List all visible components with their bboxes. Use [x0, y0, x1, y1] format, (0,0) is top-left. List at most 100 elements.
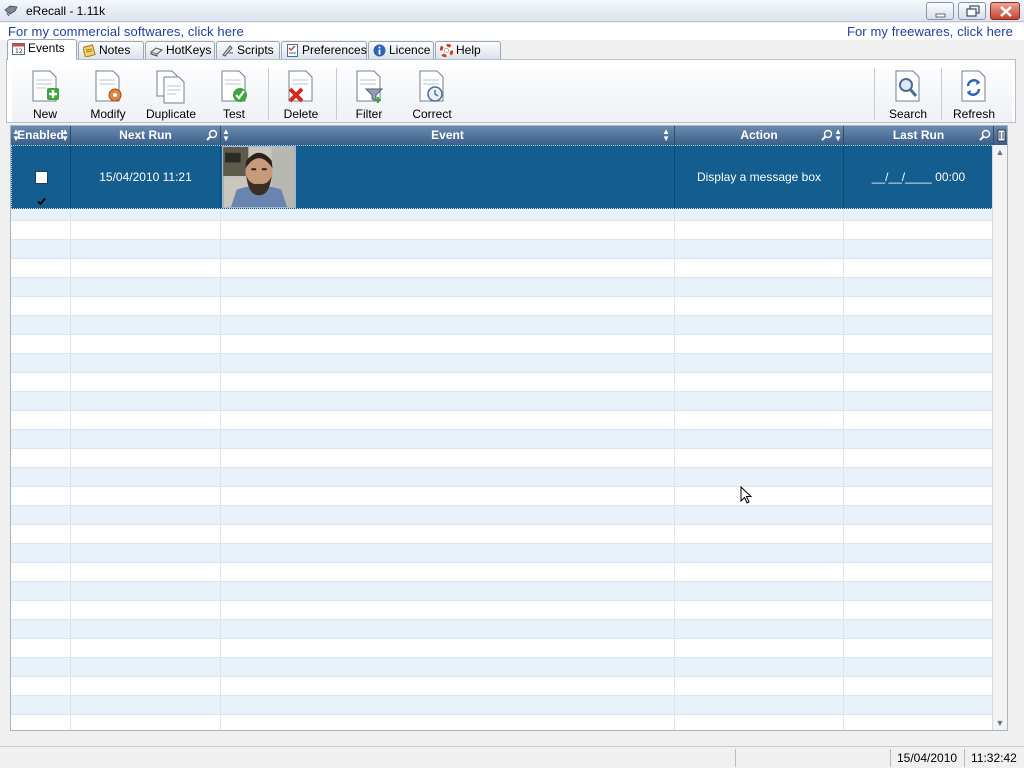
empty-cell [71, 259, 221, 277]
empty-cell [675, 392, 844, 410]
empty-cell [844, 620, 994, 638]
table-row-selected[interactable]: 15/04/2010 11:21 Display a message box _… [11, 145, 994, 209]
empty-cell [675, 354, 844, 372]
tab-events[interactable]: 12 Events [7, 39, 77, 60]
delete-label: Delete [283, 107, 319, 121]
empty-cell [221, 620, 675, 638]
close-button[interactable] [990, 2, 1020, 20]
tab-scripts[interactable]: Scripts [216, 41, 280, 59]
grid-header: ▲ ▼ Enabled ▲ ▼ Next Run ▲ ▼ Event ▲ ▼ Actio… [11, 126, 1007, 145]
empty-cell [11, 658, 71, 676]
vertical-scrollbar[interactable]: ▲ ▼ [992, 145, 1007, 730]
empty-cell [11, 430, 71, 448]
test-label: Test [222, 107, 245, 121]
status-bar: 15/04/2010 11:32:42 [0, 746, 1024, 768]
empty-cell [844, 240, 994, 258]
empty-cell [221, 582, 675, 600]
enabled-checkbox[interactable] [35, 171, 48, 206]
tab-hotkeys[interactable]: HotKeys [145, 41, 215, 59]
column-header-action[interactable]: Action ▲ ▼ [675, 126, 844, 145]
empty-cell [221, 240, 675, 258]
empty-cell [675, 373, 844, 391]
filter-search-icon[interactable] [979, 129, 991, 141]
tab-notes[interactable]: Notes [78, 41, 144, 59]
script-icon [222, 45, 233, 57]
correct-button[interactable]: Correct [411, 70, 453, 121]
empty-cell [675, 506, 844, 524]
empty-cell [221, 506, 675, 524]
search-button[interactable]: Search [888, 70, 928, 121]
correct-label: Correct [412, 107, 452, 121]
empty-table-row [11, 468, 994, 487]
empty-cell [11, 278, 71, 296]
window-title: eRecall - 1.11k [26, 4, 106, 18]
empty-table-row [11, 620, 994, 639]
restore-button[interactable] [958, 2, 986, 20]
empty-cell [675, 316, 844, 334]
empty-cell [11, 373, 71, 391]
mouse-cursor-icon [740, 486, 752, 504]
column-header-enabled[interactable]: ▲ ▼ Enabled ▲ ▼ [11, 126, 71, 145]
close-icon [1000, 6, 1012, 17]
column-header-event[interactable]: ▲ ▼ Event ▲ ▼ [221, 126, 675, 145]
empty-cell [71, 525, 221, 543]
filter-button[interactable]: Filter [350, 70, 388, 121]
refresh-button[interactable]: Refresh [953, 70, 996, 121]
scroll-down-icon[interactable]: ▼ [995, 718, 1005, 728]
freewares-link[interactable]: For my freewares, click here [847, 24, 1013, 39]
modify-document-icon [95, 70, 122, 102]
sort-arrows-icon: ▲ ▼ [662, 127, 670, 143]
empty-cell [221, 601, 675, 619]
empty-cell [11, 335, 71, 353]
filter-label: Filter [355, 107, 383, 121]
filter-search-icon[interactable] [821, 129, 833, 141]
scroll-up-icon[interactable]: ▲ [995, 147, 1005, 157]
empty-cell [844, 354, 994, 372]
test-button[interactable]: Test [214, 70, 254, 121]
empty-cell [844, 316, 994, 334]
empty-cell [844, 259, 994, 277]
empty-cell [844, 221, 994, 239]
empty-cell [71, 335, 221, 353]
modify-button[interactable]: Modify [86, 70, 130, 121]
empty-cell [11, 468, 71, 486]
empty-cell [11, 544, 71, 562]
column-header-last-run[interactable]: Last Run [844, 126, 994, 145]
empty-cell [71, 449, 221, 467]
empty-cell [844, 696, 994, 714]
empty-cell [221, 316, 675, 334]
duplicate-button[interactable]: Duplicate [146, 70, 196, 121]
link-bar: For my commercial softwares, click here … [0, 23, 1024, 40]
empty-cell [71, 411, 221, 429]
empty-cell [71, 354, 221, 372]
commercial-softwares-link[interactable]: For my commercial softwares, click here [8, 24, 244, 39]
delete-button[interactable]: Delete [280, 70, 322, 121]
column-chooser-icon [997, 129, 1006, 142]
empty-cell [844, 639, 994, 657]
empty-cell [71, 715, 221, 730]
empty-cell [844, 392, 994, 410]
app-icon [4, 5, 18, 17]
empty-table-row [11, 335, 994, 354]
filter-search-icon[interactable] [206, 129, 218, 141]
empty-cell [675, 715, 844, 730]
empty-cell [844, 449, 994, 467]
empty-cell [844, 487, 994, 505]
cell-last-run: __/__/____ 00:00 [871, 170, 966, 184]
tab-licence[interactable]: Licence [368, 41, 434, 59]
empty-cell [675, 696, 844, 714]
empty-cell [11, 316, 71, 334]
refresh-label: Refresh [953, 107, 996, 121]
column-chooser-button[interactable] [994, 126, 1007, 145]
minimize-button[interactable] [926, 2, 954, 20]
tab-label: Help [456, 43, 481, 57]
empty-table-row [11, 392, 994, 411]
empty-cell [71, 392, 221, 410]
tab-help[interactable]: Help [435, 41, 501, 59]
empty-cell [221, 525, 675, 543]
new-label: New [32, 107, 57, 121]
empty-cell [11, 354, 71, 372]
column-header-next-run[interactable]: Next Run [71, 126, 221, 145]
tab-preferences[interactable]: Preferences [281, 41, 367, 59]
new-button[interactable]: New [25, 70, 65, 121]
